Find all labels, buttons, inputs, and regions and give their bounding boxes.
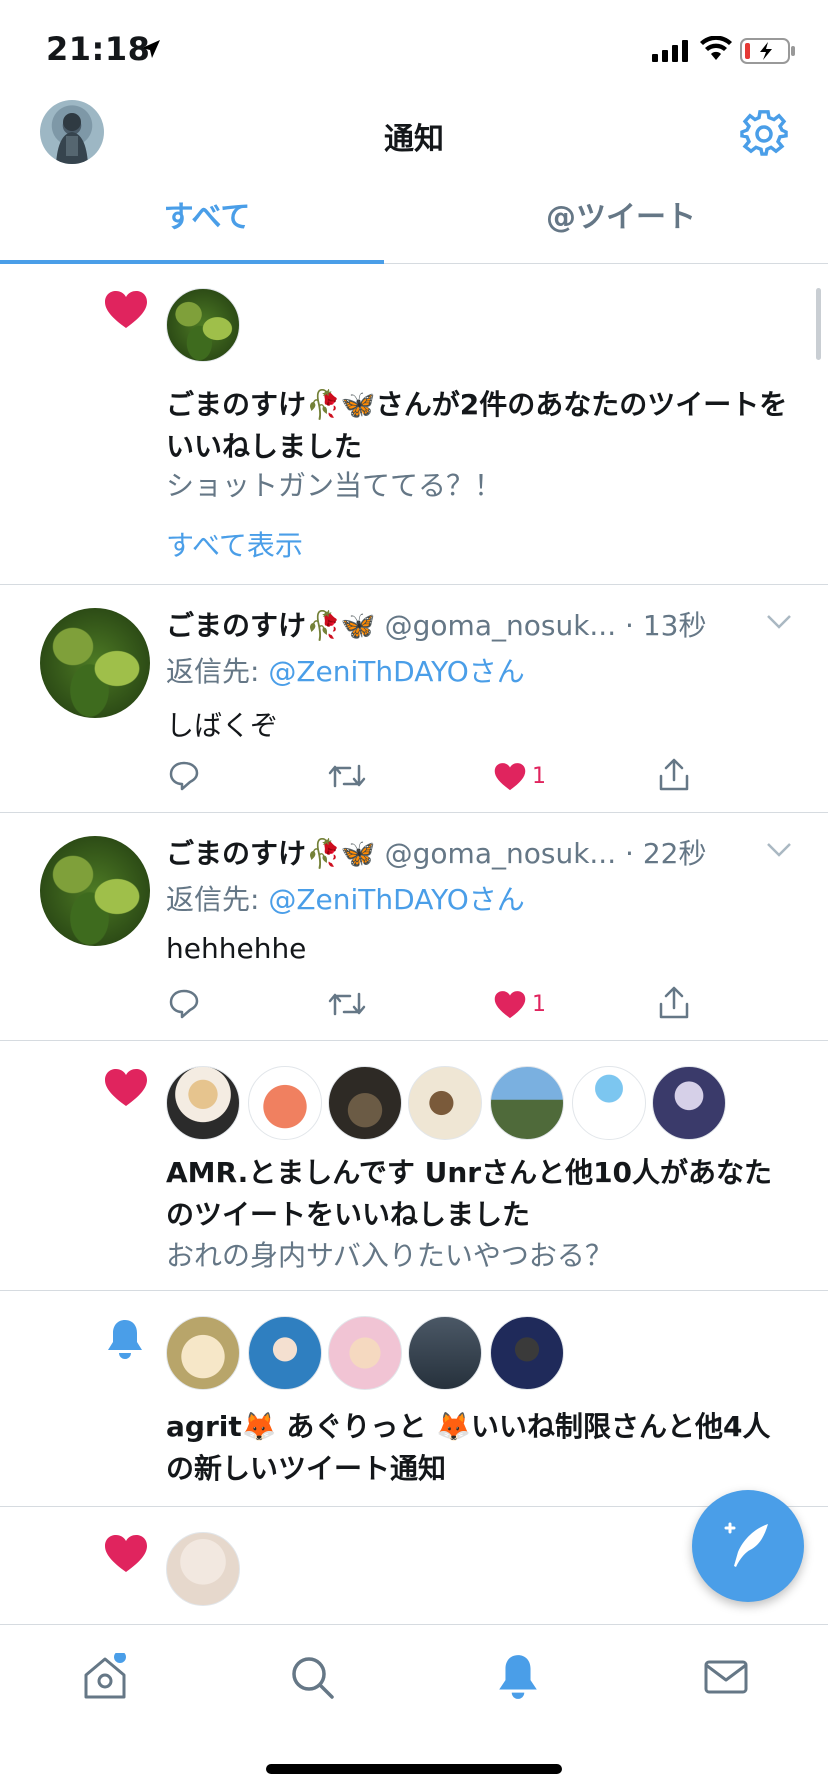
- retweet-icon[interactable]: [328, 762, 366, 790]
- compose-icon: [724, 1522, 768, 1567]
- status-bar: 21:18: [0, 0, 828, 96]
- notification-tabs: すべて @ツイート: [0, 190, 828, 264]
- avatar[interactable]: [166, 288, 240, 362]
- notification-text: ごまのすけ🥀🦋さんが2件のあなたのツイートをいいねしました: [166, 388, 788, 463]
- reply-to-line: 返信先: @ZeniThDAYOさん: [166, 650, 525, 690]
- tweet-preview: ショットガン当ててる？！: [166, 469, 503, 502]
- page-title: 通知: [384, 122, 444, 157]
- home-indicator[interactable]: [266, 1764, 562, 1774]
- status-time: 21:18: [46, 30, 151, 68]
- wifi-icon: [700, 36, 732, 60]
- avatar[interactable]: [40, 608, 150, 718]
- messages-icon[interactable]: [702, 1653, 750, 1701]
- reply-mention-link[interactable]: @ZeniThDAYOさん: [268, 883, 524, 916]
- location-arrow-icon: [142, 40, 160, 58]
- divider: [0, 584, 828, 585]
- tweet-author-handle[interactable]: @goma_nosuk...: [385, 837, 616, 870]
- retweet-icon[interactable]: [328, 990, 366, 1018]
- heart-icon[interactable]: [494, 762, 526, 792]
- avatar[interactable]: [408, 1066, 482, 1140]
- avatar[interactable]: [166, 1532, 240, 1606]
- signal-icon: [652, 40, 688, 62]
- heart-icon: [105, 1535, 147, 1572]
- avatar[interactable]: [328, 1066, 402, 1140]
- tab-mentions[interactable]: @ツイート: [414, 190, 828, 264]
- avatar[interactable]: [490, 1316, 564, 1390]
- tweet-time: · 13秒: [625, 609, 707, 642]
- battery-icon: [740, 38, 795, 64]
- reply-icon[interactable]: [168, 760, 200, 792]
- share-icon[interactable]: [658, 758, 690, 792]
- reply-to-line: 返信先: @ZeniThDAYOさん: [166, 878, 525, 918]
- tweet-preview: おれの身内サバ入りたいやつおる？: [166, 1239, 613, 1272]
- heart-icon[interactable]: [494, 990, 526, 1020]
- search-icon[interactable]: [288, 1653, 336, 1701]
- avatar[interactable]: [166, 1066, 240, 1140]
- home-icon[interactable]: [80, 1653, 130, 1703]
- divider: [0, 1040, 828, 1041]
- reply-prefix: 返信先:: [166, 883, 269, 916]
- tweet-text: しばくぞ: [166, 709, 279, 742]
- divider: [0, 1506, 828, 1507]
- divider: [0, 1290, 828, 1291]
- heart-icon: [105, 1069, 147, 1106]
- avatar[interactable]: [248, 1316, 322, 1390]
- reply-icon[interactable]: [168, 988, 200, 1020]
- avatar[interactable]: [166, 1316, 240, 1390]
- tweet-text: hehhehhe: [166, 932, 307, 965]
- show-all-link[interactable]: すべて表示: [166, 524, 303, 564]
- tab-all[interactable]: すべて: [0, 190, 414, 264]
- avatar[interactable]: [408, 1316, 482, 1390]
- notification-text: agrit🦊 あぐりっと 🦊いいね制限さんと他4人の新しいツイート通知: [166, 1410, 771, 1485]
- tweet-header: ごまのすけ🥀🦋 @goma_nosuk... · 22秒: [166, 832, 706, 872]
- bell-icon: [108, 1320, 142, 1359]
- tweet-author-handle[interactable]: @goma_nosuk...: [385, 609, 616, 642]
- gear-icon[interactable]: [740, 110, 788, 158]
- tweet-header: ごまのすけ🥀🦋 @goma_nosuk... · 13秒: [166, 604, 706, 644]
- chevron-down-icon[interactable]: [766, 614, 792, 630]
- header: 通知: [0, 96, 828, 190]
- tweet-time: · 22秒: [625, 837, 707, 870]
- tab-indicator: [0, 260, 384, 264]
- divider: [0, 812, 828, 813]
- heart-icon: [105, 291, 147, 328]
- avatar[interactable]: [40, 836, 150, 946]
- avatar[interactable]: [652, 1066, 726, 1140]
- like-count: 1: [532, 764, 546, 789]
- like-count: 1: [532, 992, 546, 1017]
- avatar[interactable]: [328, 1316, 402, 1390]
- notification-text: AMR.とましんです Unrさんと他10人があなたのツイートをいいねしました: [166, 1156, 773, 1231]
- compose-button[interactable]: [692, 1490, 804, 1602]
- avatar[interactable]: [490, 1066, 564, 1140]
- scrollbar[interactable]: [816, 288, 821, 360]
- chevron-down-icon[interactable]: [766, 842, 792, 858]
- tweet-author-name[interactable]: ごまのすけ🥀🦋: [166, 837, 376, 870]
- share-icon[interactable]: [658, 986, 690, 1020]
- avatar[interactable]: [248, 1066, 322, 1140]
- reply-mention-link[interactable]: @ZeniThDAYOさん: [268, 655, 524, 688]
- avatar[interactable]: [572, 1066, 646, 1140]
- reply-prefix: 返信先:: [166, 655, 269, 688]
- tweet-author-name[interactable]: ごまのすけ🥀🦋: [166, 609, 376, 642]
- notifications-icon[interactable]: [496, 1653, 540, 1701]
